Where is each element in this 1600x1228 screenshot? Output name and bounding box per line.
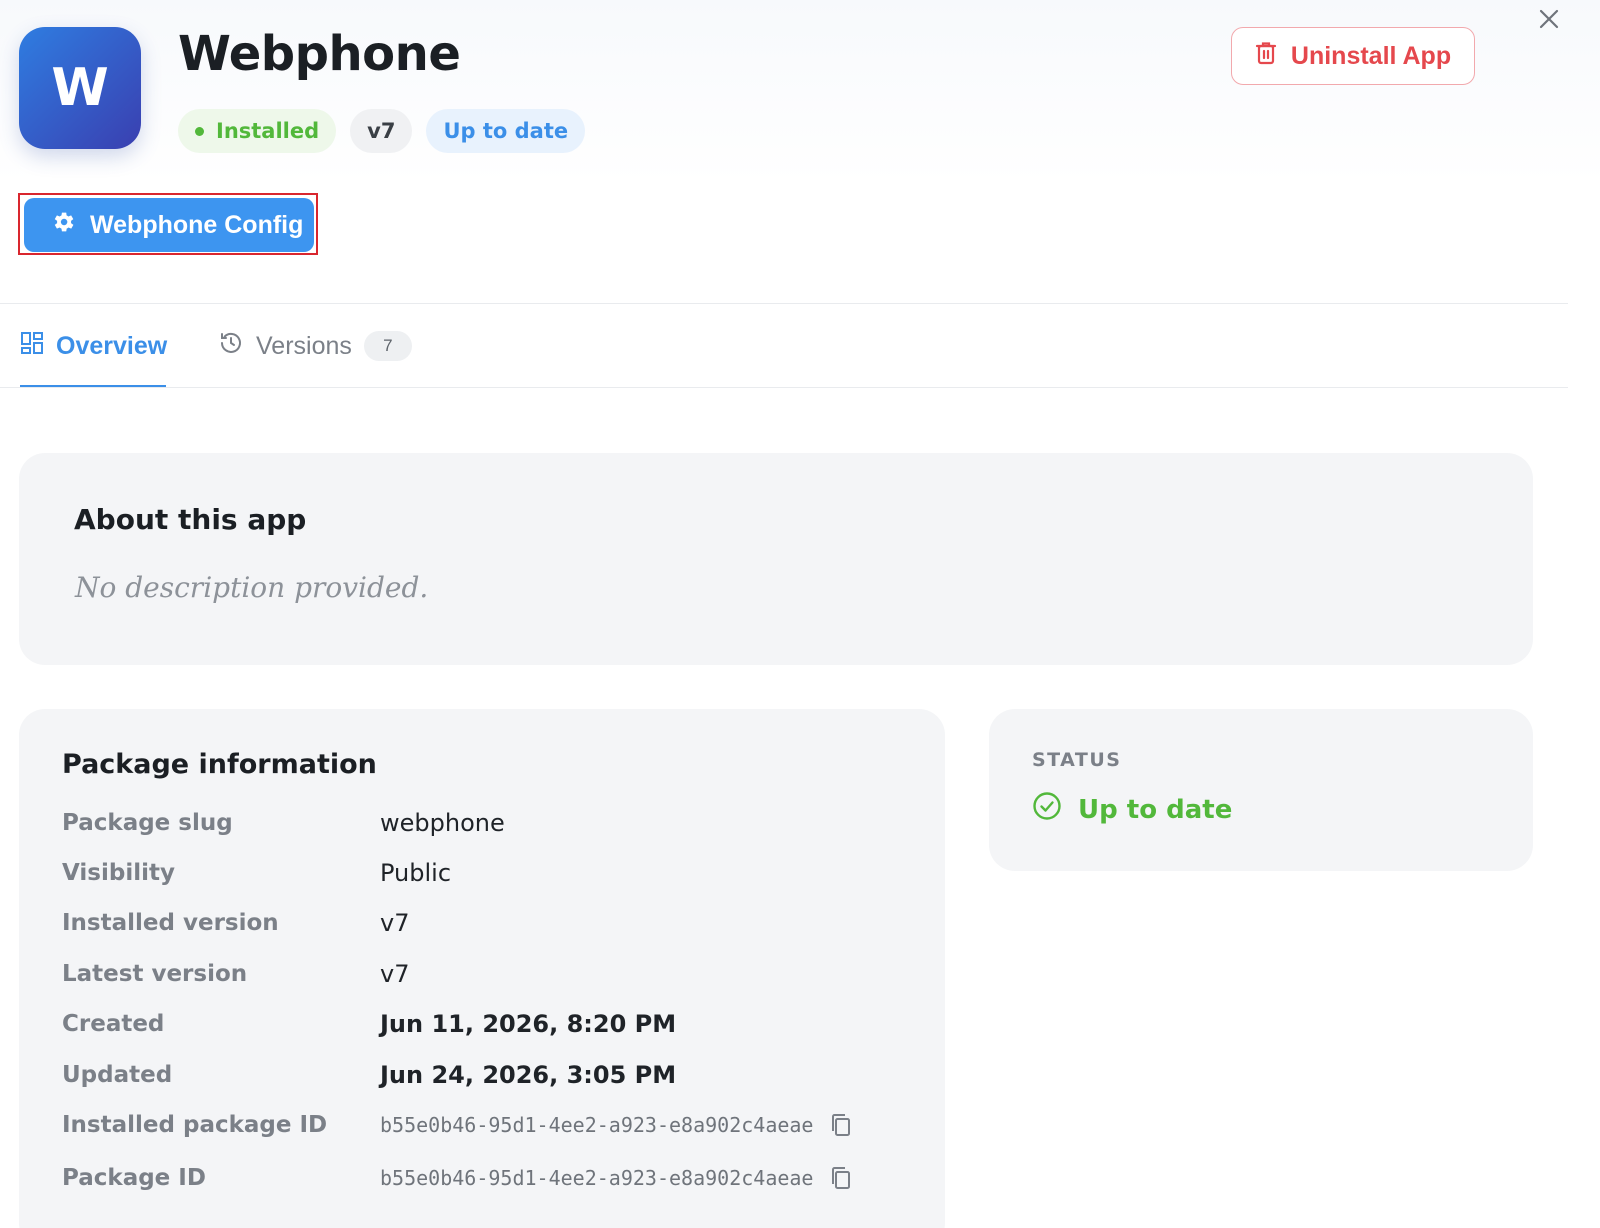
versions-count-badge: 7: [363, 331, 412, 361]
info-value: b55e0b46-95d1-4ee2-a923-e8a902c4aeae: [380, 1113, 814, 1137]
info-label: Updated: [62, 1062, 173, 1088]
info-value: Jun 24, 2026, 3:05 PM: [380, 1061, 677, 1089]
info-label: Created: [62, 1011, 165, 1037]
config-button-highlight: Webphone Config: [18, 193, 318, 255]
divider: [0, 387, 1568, 388]
about-card: About this app No description provided.: [19, 453, 1533, 665]
version-badge: v7: [350, 109, 413, 153]
about-heading: About this app: [74, 503, 307, 536]
installed-badge-label: Installed: [216, 119, 320, 143]
info-label: Package slug: [62, 810, 233, 836]
package-info-heading: Package information: [62, 749, 377, 780]
info-label: Latest version: [62, 961, 248, 987]
info-value: v7: [380, 960, 410, 988]
tab-versions-label: Versions: [256, 331, 352, 360]
uninstall-app-button[interactable]: Uninstall App: [1231, 27, 1475, 85]
status-dot-icon: [195, 126, 204, 136]
info-row-visibility: Visibility Public: [62, 853, 922, 893]
check-circle-icon: [1032, 791, 1062, 828]
close-icon[interactable]: [1534, 4, 1564, 34]
tab-overview[interactable]: Overview: [20, 304, 168, 388]
info-value: v7: [380, 909, 410, 937]
info-value: webphone: [380, 809, 505, 837]
gear-icon: [50, 209, 76, 242]
copy-icon[interactable]: [829, 1113, 853, 1137]
info-row-installed-package-id: Installed package ID b55e0b46-95d1-4ee2-…: [62, 1105, 922, 1145]
dashboard-icon: [20, 331, 44, 362]
history-icon: [218, 330, 244, 363]
app-logo-letter: W: [51, 58, 109, 118]
copy-icon[interactable]: [829, 1166, 853, 1190]
info-row-package-id: Package ID b55e0b46-95d1-4ee2-a923-e8a90…: [62, 1158, 922, 1198]
uninstall-app-label: Uninstall App: [1290, 41, 1452, 70]
info-row-created: Created Jun 11, 2026, 8:20 PM: [62, 1004, 922, 1044]
tab-versions[interactable]: Versions 7: [218, 304, 412, 388]
info-row-package-slug: Package slug webphone: [62, 803, 922, 843]
info-value: Jun 11, 2026, 8:20 PM: [380, 1010, 677, 1038]
tab-bar: Overview Versions 7: [0, 304, 1568, 388]
package-info-card: Package information Package slug webphon…: [19, 709, 945, 1228]
info-value: b55e0b46-95d1-4ee2-a923-e8a902c4aeae: [380, 1166, 814, 1190]
app-title: Webphone: [178, 26, 461, 82]
status-card: STATUS Up to date: [989, 709, 1533, 871]
app-header: W Webphone Installed v7 Up to date Unins…: [0, 0, 1600, 306]
installed-badge: Installed: [178, 109, 337, 153]
trash-icon: [1255, 41, 1277, 72]
info-value: Public: [380, 859, 452, 887]
tab-overview-label: Overview: [56, 331, 168, 360]
app-badges: Installed v7 Up to date: [178, 109, 586, 153]
info-label: Visibility: [62, 860, 175, 886]
info-row-installed-version: Installed version v7: [62, 903, 922, 943]
webphone-config-label: Webphone Config: [90, 210, 304, 239]
info-label: Installed package ID: [62, 1112, 328, 1138]
info-row-latest-version: Latest version v7: [62, 954, 922, 994]
status-value: Up to date: [1032, 791, 1232, 828]
info-row-updated: Updated Jun 24, 2026, 3:05 PM: [62, 1055, 922, 1095]
update-status-badge: Up to date: [426, 109, 586, 153]
webphone-config-button[interactable]: Webphone Config: [24, 198, 314, 252]
about-description: No description provided.: [75, 571, 429, 604]
app-logo: W: [19, 27, 141, 149]
info-label: Package ID: [62, 1165, 206, 1191]
status-caption: STATUS: [1032, 749, 1122, 771]
info-label: Installed version: [62, 910, 279, 936]
status-value-label: Up to date: [1078, 794, 1233, 825]
